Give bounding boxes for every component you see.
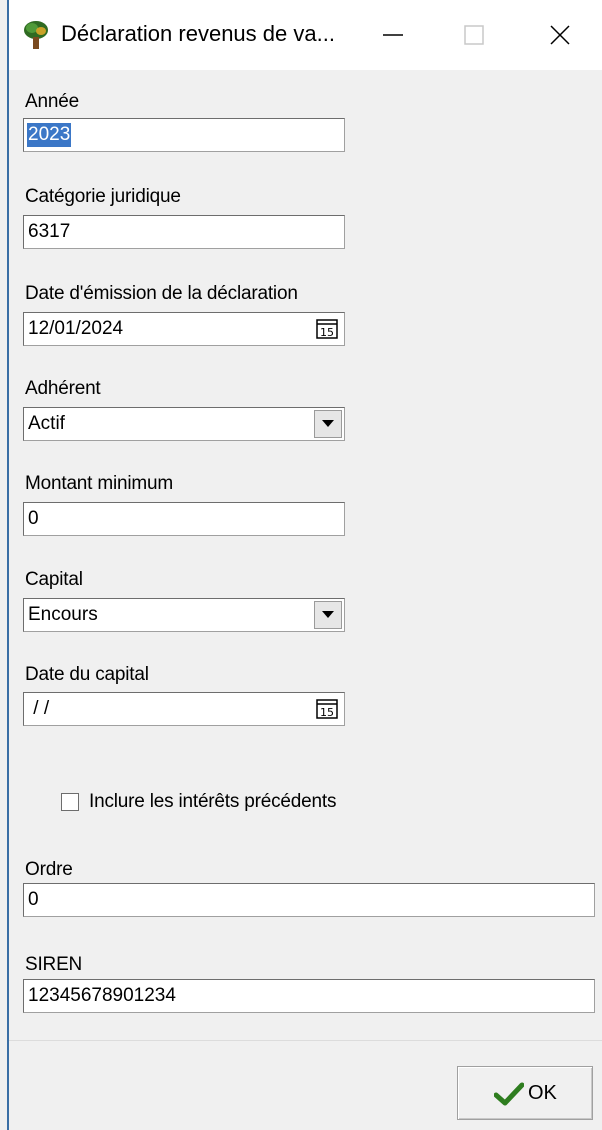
montant-min-value: 0 — [28, 508, 39, 529]
capital-value: Encours — [28, 604, 98, 625]
adherent-dropdown-button[interactable] — [314, 410, 342, 438]
close-button[interactable] — [525, 0, 595, 70]
annee-value: 2023 — [27, 123, 72, 147]
annee-input[interactable]: 2023 — [23, 118, 345, 152]
montant-min-input[interactable]: 0 — [23, 502, 345, 536]
date-emission-label: Date d'émission de la déclaration — [25, 283, 298, 304]
window-left-border — [0, 0, 9, 1130]
maximize-icon — [464, 25, 484, 45]
categorie-label: Catégorie juridique — [25, 186, 181, 207]
date-capital-value: / / — [28, 698, 50, 719]
date-emission-value: 12/01/2024 — [28, 318, 124, 339]
annee-label: Année — [25, 91, 79, 112]
ordre-value: 0 — [28, 889, 39, 910]
ok-button[interactable]: OK — [457, 1066, 593, 1120]
window-title: Déclaration revenus de va... — [61, 21, 335, 46]
ok-button-label: OK — [528, 1082, 557, 1104]
date-capital-input[interactable]: / / 15 — [23, 692, 345, 726]
adherent-select[interactable]: Actif — [23, 407, 345, 441]
date-emission-input[interactable]: 12/01/2024 15 — [23, 312, 345, 346]
inclure-interets-checkbox[interactable] — [61, 793, 79, 811]
checkmark-icon — [494, 1082, 524, 1106]
minimize-icon — [383, 34, 403, 36]
date-capital-label: Date du capital — [25, 664, 149, 685]
capital-select[interactable]: Encours — [23, 598, 345, 632]
calendar-icon-day: 15 — [320, 326, 334, 339]
calendar-icon[interactable]: 15 — [316, 699, 338, 719]
chevron-down-icon — [322, 420, 334, 427]
capital-dropdown-button[interactable] — [314, 601, 342, 629]
adherent-value: Actif — [28, 413, 65, 434]
inclure-interets-label[interactable]: Inclure les intérêts précédents — [89, 790, 336, 814]
calendar-icon-day: 15 — [320, 706, 334, 719]
maximize-button[interactable] — [439, 0, 509, 70]
capital-label: Capital — [25, 569, 83, 590]
tree-globe-icon — [24, 21, 48, 49]
ordre-label: Ordre — [25, 859, 73, 880]
siren-input[interactable]: 12345678901234 — [23, 979, 595, 1013]
title-bar[interactable]: Déclaration revenus de va... — [9, 0, 602, 70]
categorie-value: 6317 — [28, 221, 71, 242]
montant-min-label: Montant minimum — [25, 473, 173, 494]
dialog-body: Année 2023 Catégorie juridique 6317 Date… — [9, 70, 602, 1130]
footer-divider — [9, 1040, 602, 1041]
categorie-input[interactable]: 6317 — [23, 215, 345, 249]
calendar-icon[interactable]: 15 — [316, 319, 338, 339]
adherent-label: Adhérent — [25, 378, 101, 399]
close-icon — [550, 25, 570, 45]
ordre-input[interactable]: 0 — [23, 883, 595, 917]
minimize-button[interactable] — [358, 0, 428, 70]
chevron-down-icon — [322, 611, 334, 618]
siren-value: 12345678901234 — [28, 985, 176, 1006]
siren-label: SIREN — [25, 954, 83, 975]
